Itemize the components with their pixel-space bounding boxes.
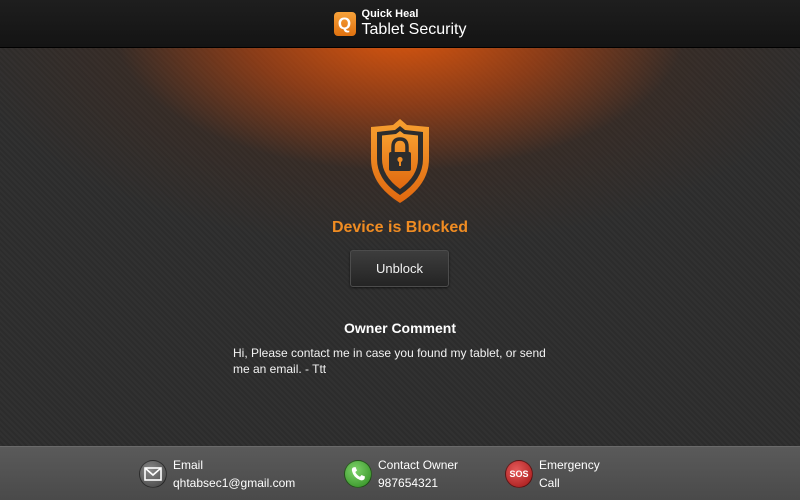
blocked-screen: Device is Blocked Unblock Owner Comment … [0,48,800,446]
email-contact[interactable]: Email qhtabsec1@gmail.com [139,456,295,492]
email-label: Email [173,458,204,472]
emergency-call[interactable]: SOS Emergency Call [505,456,600,492]
owner-comment-title: Owner Comment [343,320,456,336]
quick-heal-logo-icon: Q [333,11,356,36]
contact-owner-number: 987654321 [378,476,439,490]
contact-footer: Email qhtabsec1@gmail.com Contact Owner … [0,446,800,500]
sos-icon-label: SOS [509,469,529,479]
device-blocked-title: Device is Blocked [331,219,469,236]
sos-icon: SOS [505,460,533,488]
brand-name: Quick Heal [361,8,419,20]
emergency-label: Emergency [539,458,600,472]
app-header: Q Quick Heal Tablet Security [0,0,800,48]
phone-icon [344,460,372,488]
contact-owner[interactable]: Contact Owner 987654321 [344,456,458,492]
email-address: qhtabsec1@gmail.com [173,476,296,490]
shield-lock-icon [371,119,429,203]
contact-owner-label: Contact Owner [378,458,459,472]
email-text: Email qhtabsec1@gmail.com [173,456,295,492]
emergency-text: Emergency Call [539,456,600,492]
owner-comment-text: Hi, Please contact me in case you found … [233,346,546,376]
envelope-icon [139,460,167,488]
product-name: Tablet Security [361,21,467,38]
brand: Q Quick Heal Tablet Security [333,9,467,38]
unblock-button[interactable]: Unblock [350,250,449,287]
emergency-call-label: Call [539,476,560,490]
brand-text: Quick Heal Tablet Security [362,9,467,38]
contact-owner-text: Contact Owner 987654321 [378,456,458,492]
